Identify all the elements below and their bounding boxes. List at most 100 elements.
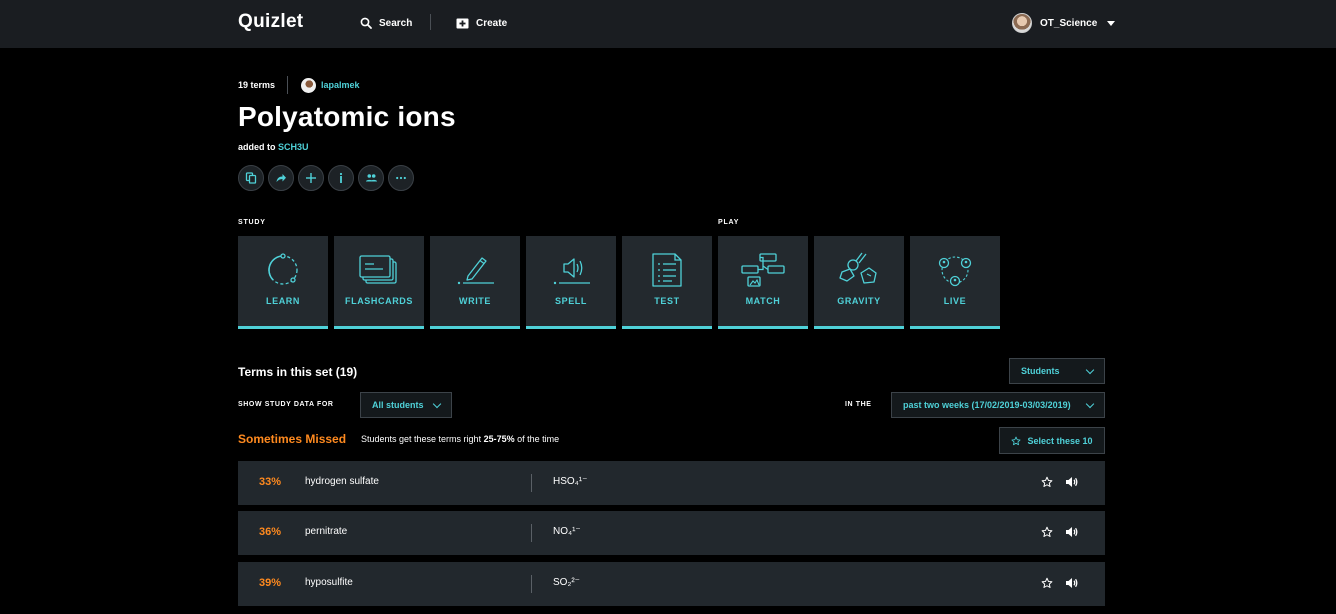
view-dropdown-value: Students [1021,366,1060,376]
row-term: hydrogen sulfate [305,476,379,487]
page-title: Polyatomic ions [238,101,456,132]
mode-live[interactable]: LIVE [910,236,1000,329]
play-section-label: PLAY [718,219,740,226]
flashcards-icon [359,255,397,284]
caret-down-icon [1107,20,1116,26]
search-icon [360,17,372,29]
mode-match[interactable]: MATCH [718,236,808,329]
create-button[interactable]: Create [456,13,507,33]
meta-divider [287,76,289,94]
user-menu[interactable]: OT_Science [1012,13,1116,33]
mode-write[interactable]: WRITE [430,236,520,329]
info-button[interactable] [328,165,354,191]
audio-button[interactable] [1064,525,1078,539]
author-link[interactable]: lapalmek [321,80,360,90]
star-button[interactable] [1040,525,1054,539]
row-percent: 36% [259,526,282,538]
row-definition: NO₄¹⁻ [553,526,581,537]
gravity-icon [839,252,877,284]
sometimes-missed-heading: Sometimes Missed [238,432,347,446]
user-avatar [1012,13,1032,33]
students-filter-value: All students [372,400,424,410]
mode-flashcards[interactable]: FLASHCARDS [334,236,424,329]
row-divider [531,575,532,593]
star-button[interactable] [1040,475,1054,489]
mode-gravity[interactable]: GRAVITY [814,236,904,329]
mode-label: FLASHCARDS [345,296,413,306]
quizlet-logo[interactable]: Quizlet [238,11,303,33]
search-label: Search [379,17,413,29]
in-the-label: IN THE [845,401,872,408]
class-share-button[interactable] [358,165,384,191]
show-study-data-label: SHOW STUDY DATA FOR [238,401,334,408]
row-term: hyposulfite [305,577,353,588]
group-icon [365,174,377,182]
sometimes-missed-description: Students get these terms right 25-75% of… [361,434,559,444]
mode-label: LIVE [943,296,967,306]
table-row: 33% hydrogen sulfate HSO₄¹⁻ [238,461,1105,505]
star-outline-icon [1011,436,1021,445]
live-icon [938,256,972,287]
copy-icon [245,172,257,184]
share-button[interactable] [268,165,294,191]
info-icon [339,172,343,183]
missed-desc-suffix: of the time [517,434,560,444]
missed-desc-prefix: Students get these terms right [361,434,482,444]
terms-section-title: Terms in this set (19) [238,365,358,379]
copy-button[interactable] [238,165,264,191]
learn-icon [268,253,298,285]
create-plus-icon [456,18,469,28]
more-button[interactable] [388,165,414,191]
speaker-icon [1065,527,1077,537]
speaker-icon [1065,477,1077,487]
nav-divider [430,14,431,30]
chevron-down-icon [432,399,442,408]
select-these-button[interactable]: Select these 10 [999,427,1105,454]
set-meta: 19 terms lapalmek [238,76,360,94]
star-outline-icon [1041,526,1053,537]
row-divider [531,474,532,492]
row-divider [531,524,532,542]
period-value: past two weeks (17/02/2019-03/03/2019) [903,400,1071,410]
add-to-folder-button[interactable] [298,165,324,191]
audio-button[interactable] [1064,576,1078,590]
chevron-down-icon [1085,365,1095,374]
top-nav-bar: Quizlet Search Create OT_Science [0,0,1336,48]
study-section-label: STUDY [238,219,266,226]
missed-desc-range: 25-75% [483,434,515,444]
more-icon [396,176,406,180]
row-term: pernitrate [305,526,348,537]
test-icon [652,253,682,287]
star-button[interactable] [1040,576,1054,590]
create-label: Create [476,17,508,29]
mode-label: SPELL [554,296,587,306]
added-to-line: added to SCH3U [238,142,309,152]
chevron-down-icon [1085,399,1095,408]
mode-label: TEST [654,296,680,306]
table-row: 39% hyposulfite SO₂²⁻ [238,562,1105,606]
mode-spell[interactable]: SPELL [526,236,616,329]
study-modes: LEARN FLASHCARDS WRITE SPELL TEST MATCH … [238,236,1000,329]
user-name: OT_Science [1040,17,1098,29]
term-count: 19 terms [238,80,276,90]
select-these-label: Select these 10 [1027,435,1093,446]
mode-label: MATCH [745,296,781,306]
search-button[interactable]: Search [360,13,412,33]
star-outline-icon [1041,476,1053,487]
match-icon [741,253,785,287]
class-link[interactable]: SCH3U [278,142,309,152]
share-icon [276,174,286,182]
added-prefix: added to [238,142,276,152]
audio-button[interactable] [1064,475,1078,489]
mode-test[interactable]: TEST [622,236,712,329]
row-definition: SO₂²⁻ [553,577,580,588]
mode-learn[interactable]: LEARN [238,236,328,329]
table-row: 36% pernitrate NO₄¹⁻ [238,511,1105,555]
row-percent: 33% [259,476,282,488]
add-icon [306,173,316,183]
students-filter-dropdown[interactable]: All students [360,392,452,418]
view-dropdown[interactable]: Students [1009,358,1105,384]
mode-label: WRITE [459,296,491,306]
speaker-icon [1065,578,1077,588]
period-dropdown[interactable]: past two weeks (17/02/2019-03/03/2019) [891,392,1105,418]
